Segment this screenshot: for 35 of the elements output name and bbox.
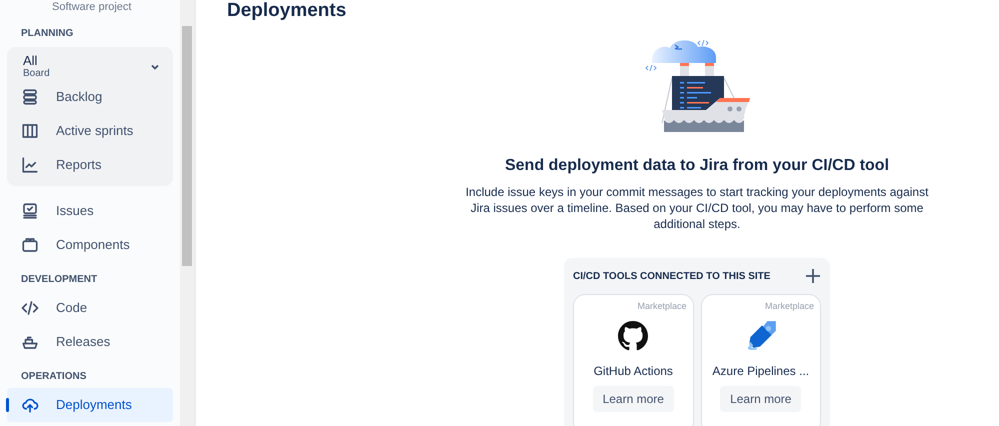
cloud-upload-icon	[21, 396, 39, 414]
project-type: Software project	[51, 1, 132, 13]
nav-item[interactable]: Deployments	[7, 388, 173, 422]
octocat-icon	[618, 320, 648, 350]
tool-name: Azure Pipelines ...	[712, 362, 810, 380]
learn-more-button[interactable]: Learn more	[592, 386, 674, 412]
empty-state-heading: Send deployment data to Jira from your CI/CD tool	[504, 156, 890, 176]
tool-name: GitHub Actions	[594, 362, 673, 380]
scrollbar[interactable]	[180, 0, 194, 426]
section-heading: DEVELOPMENT	[20, 273, 98, 287]
nav-item[interactable]: Components	[7, 228, 173, 262]
board-selector[interactable]: All Board	[7, 47, 173, 80]
page-title: Deployments	[227, 0, 348, 22]
nav-item[interactable]: Active sprints	[7, 114, 173, 148]
panel-heading: CI/CD TOOLS CONNECTED TO THIS SITE	[573, 270, 770, 284]
stack-icon	[21, 88, 39, 106]
add-icon[interactable]	[805, 268, 821, 284]
chart-icon	[21, 156, 39, 174]
learn-more-button[interactable]: Learn more	[720, 386, 802, 412]
selected-indicator	[6, 398, 9, 412]
component-icon	[21, 236, 39, 254]
section-heading: OPERATIONS	[20, 370, 88, 384]
scrollbar-thumb[interactable]	[182, 26, 192, 266]
marketplace-tag: Marketplace	[637, 300, 686, 314]
section-heading: PLANNING	[20, 27, 74, 41]
code-icon	[21, 299, 39, 317]
nav-item[interactable]: Backlog	[7, 80, 173, 114]
empty-state-description: Include issue keys in your commit messages to start tracking your deployments against Jira issues over a timeline. Based on your CI/CD tool, you may have to perform some additional steps.	[464, 184, 930, 232]
marketplace-tag: Marketplace	[764, 300, 814, 314]
monitor-icon	[21, 202, 39, 220]
nav-item[interactable]: Releases	[7, 325, 173, 359]
nav-item[interactable]: Issues	[7, 194, 173, 228]
columns-icon	[21, 122, 39, 140]
nav-item[interactable]: Reports	[7, 148, 173, 182]
nav-item[interactable]: Code	[7, 291, 173, 325]
